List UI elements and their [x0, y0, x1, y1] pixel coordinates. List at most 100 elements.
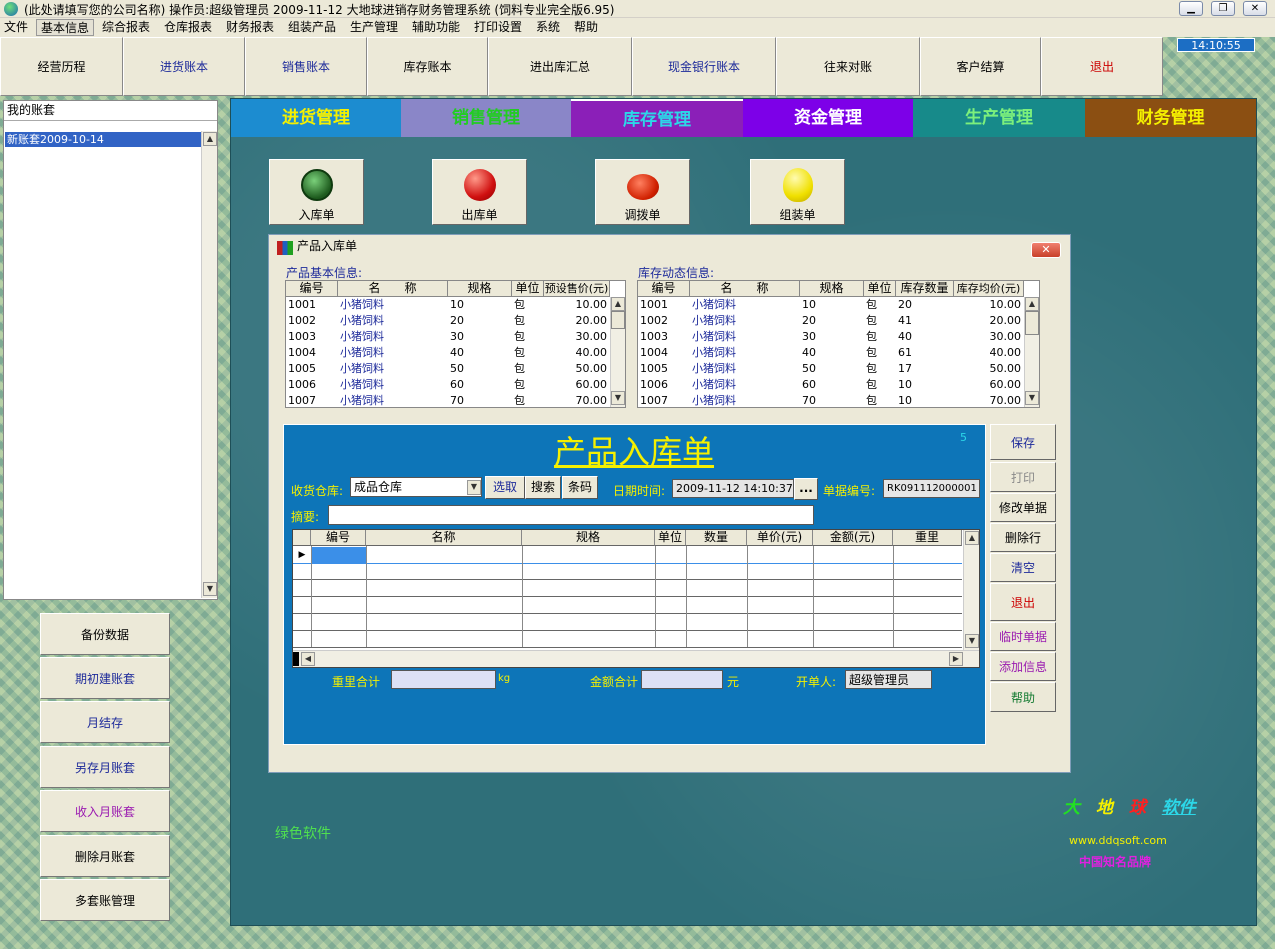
edit-doc-button[interactable]: 修改单据 [990, 493, 1056, 522]
grid-cell[interactable]: 1001 [638, 297, 690, 313]
grid-cell[interactable]: 包 [864, 297, 896, 313]
maximize-button[interactable]: ❐ [1211, 1, 1235, 16]
grid-cell[interactable]: 40 [800, 345, 864, 361]
grid-cell[interactable]: 10 [800, 297, 864, 313]
grid-cell[interactable]: 17 [896, 361, 954, 377]
grid-cell[interactable]: 小猪饲料 [690, 313, 800, 329]
scroll-left-arrow-icon[interactable]: ◀ [301, 652, 315, 666]
toolbar-account-reconcile[interactable]: 往来对账 [776, 37, 920, 96]
grid-cell[interactable]: 10 [448, 297, 512, 313]
grid-cell[interactable]: 1007 [638, 393, 690, 409]
menu-warehouse-reports[interactable]: 仓库报表 [160, 19, 216, 36]
stock-grid-scrollbar[interactable]: ▲ ▼ [1024, 297, 1039, 407]
grid-cell[interactable]: 50 [448, 361, 512, 377]
help-button[interactable]: 帮助 [990, 682, 1056, 712]
grid-cell[interactable]: 20 [448, 313, 512, 329]
month-close-button[interactable]: 月结存 [40, 701, 170, 743]
stock-out-doc-button[interactable]: 出库单 [432, 159, 527, 225]
barcode-button[interactable]: 条码 [562, 476, 598, 499]
save-button[interactable]: 保存 [990, 424, 1056, 460]
entry-table-vscroll[interactable]: ▲ ▼ [963, 530, 979, 650]
grid-cell[interactable]: 10.00 [954, 297, 1024, 313]
account-item-selected[interactable]: 新账套2009-10-14 [5, 132, 201, 147]
grid-cell[interactable]: 小猪饲料 [338, 361, 448, 377]
grid-cell[interactable]: 包 [864, 329, 896, 345]
grid-cell[interactable]: 小猪饲料 [690, 393, 800, 409]
print-button[interactable]: 打印 [990, 462, 1056, 492]
grid-cell[interactable]: 包 [512, 297, 544, 313]
datetime-field[interactable]: 2009-11-12 14:10:37 [672, 479, 794, 498]
grid-cell[interactable]: 41 [896, 313, 954, 329]
grid-cell[interactable]: 40.00 [544, 345, 610, 361]
tab-funds[interactable]: 资金管理 [743, 99, 913, 137]
grid-cell[interactable]: 1004 [638, 345, 690, 361]
grid-cell[interactable]: 小猪饲料 [690, 361, 800, 377]
temp-doc-button[interactable]: 临时单据 [990, 622, 1056, 651]
grid-cell[interactable]: 1003 [638, 329, 690, 345]
menu-reports[interactable]: 综合报表 [98, 19, 154, 36]
stock-in-doc-button[interactable]: 入库单 [269, 159, 364, 225]
grid-cell[interactable]: 1002 [286, 313, 338, 329]
grid-cell[interactable]: 20.00 [954, 313, 1024, 329]
save-month-account-button[interactable]: 另存月账套 [40, 746, 170, 788]
tab-inventory[interactable]: 库存管理 [571, 99, 743, 137]
grid-cell[interactable]: 40 [448, 345, 512, 361]
grid-cell[interactable]: 小猪饲料 [338, 297, 448, 313]
tab-purchase[interactable]: 进货管理 [231, 99, 401, 137]
exit-button[interactable]: 退出 [990, 583, 1056, 621]
search-button[interactable]: 搜索 [525, 476, 561, 499]
scroll-thumb[interactable] [1025, 311, 1039, 335]
minimize-button[interactable]: ▁ [1179, 1, 1203, 16]
grid-cell[interactable]: 1005 [286, 361, 338, 377]
scroll-down-arrow-icon[interactable]: ▼ [1025, 391, 1039, 405]
grid-cell[interactable]: 1002 [638, 313, 690, 329]
grid-cell[interactable]: 小猪饲料 [690, 377, 800, 393]
grid-cell[interactable]: 包 [512, 377, 544, 393]
active-cell[interactable] [312, 547, 366, 563]
grid-cell[interactable]: 1003 [286, 329, 338, 345]
grid-cell[interactable]: 20 [800, 313, 864, 329]
grid-cell[interactable]: 包 [864, 377, 896, 393]
grid-cell[interactable]: 60.00 [954, 377, 1024, 393]
menu-help[interactable]: 帮助 [570, 19, 602, 36]
tab-sales[interactable]: 销售管理 [401, 99, 571, 137]
entry-table-hscroll[interactable]: ◀ ▶ [293, 650, 979, 667]
grid-cell[interactable]: 61 [896, 345, 954, 361]
menu-finance-reports[interactable]: 财务报表 [222, 19, 278, 36]
grid-cell[interactable]: 40 [896, 329, 954, 345]
grid-cell[interactable]: 小猪饲料 [338, 345, 448, 361]
grid-cell[interactable]: 包 [864, 313, 896, 329]
clear-button[interactable]: 清空 [990, 553, 1056, 582]
toolbar-exit[interactable]: 退出 [1041, 37, 1163, 96]
grid-cell[interactable]: 1006 [638, 377, 690, 393]
scroll-up-arrow-icon[interactable]: ▲ [203, 132, 217, 146]
grid-cell[interactable]: 30.00 [544, 329, 610, 345]
grid-cell[interactable]: 60 [800, 377, 864, 393]
grid-cell[interactable]: 包 [864, 361, 896, 377]
scroll-down-arrow-icon[interactable]: ▼ [203, 582, 217, 596]
grid-cell[interactable]: 40.00 [954, 345, 1024, 361]
grid-cell[interactable]: 1004 [286, 345, 338, 361]
toolbar-stock-ledger[interactable]: 库存账本 [367, 37, 488, 96]
grid-cell[interactable]: 小猪饲料 [338, 313, 448, 329]
grid-cell[interactable]: 小猪饲料 [690, 345, 800, 361]
menu-file[interactable]: 文件 [0, 19, 32, 36]
close-button[interactable]: ✕ [1243, 1, 1267, 16]
menu-print-settings[interactable]: 打印设置 [470, 19, 526, 36]
init-account-button[interactable]: 期初建账套 [40, 657, 170, 699]
grid-cell[interactable]: 70 [800, 393, 864, 409]
grid-cell[interactable]: 小猪饲料 [690, 329, 800, 345]
product-grid-scrollbar[interactable]: ▲ ▼ [610, 297, 625, 407]
datetime-picker-button[interactable]: ... [794, 478, 818, 500]
menu-tools[interactable]: 辅助功能 [408, 19, 464, 36]
tab-production[interactable]: 生产管理 [913, 99, 1085, 137]
grid-cell[interactable]: 1001 [286, 297, 338, 313]
grid-cell[interactable]: 50.00 [544, 361, 610, 377]
grid-cell[interactable]: 70.00 [954, 393, 1024, 409]
menu-basic-info[interactable]: 基本信息 [36, 19, 95, 36]
grid-cell[interactable]: 小猪饲料 [690, 297, 800, 313]
scroll-up-arrow-icon[interactable]: ▲ [965, 531, 979, 545]
grid-cell[interactable]: 60.00 [544, 377, 610, 393]
grid-cell[interactable]: 10 [896, 377, 954, 393]
menu-system[interactable]: 系统 [532, 19, 564, 36]
